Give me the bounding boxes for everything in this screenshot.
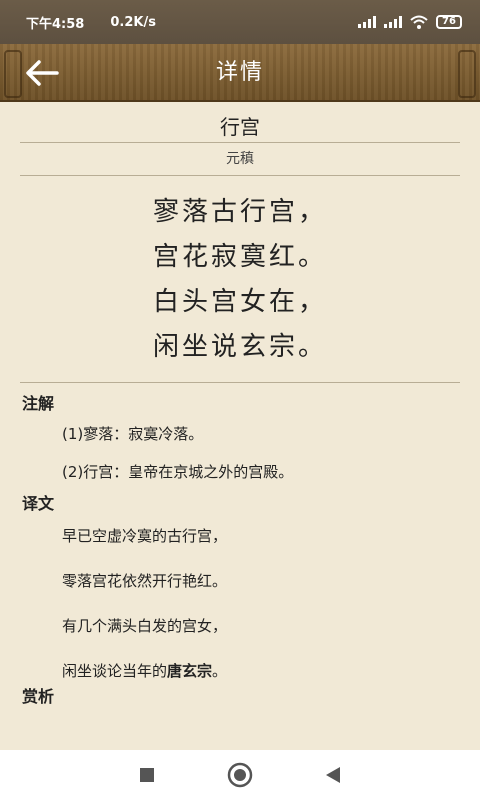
- translation-line: 有几个满头白发的宫女，: [62, 617, 228, 635]
- navigation-bar: [0, 750, 480, 800]
- square-icon: [139, 768, 154, 782]
- translation-section: 译文 早已空虚冷寞的古行宫， 零落宫花依然开行艳红。 有几个满头白发的宫女， 闲…: [0, 493, 480, 682]
- status-bar: 下午4:58 0.2K/s 76: [0, 0, 480, 44]
- back-nav-button[interactable]: [313, 755, 353, 795]
- poem-lines: 寥落古行宫， 宫花寂寞红。 白头宫女在， 闲坐说玄宗。: [0, 190, 480, 370]
- note-item: (1)寥落：寂寞冷落。: [62, 425, 204, 443]
- translation-heading: 译文: [22, 494, 55, 513]
- signal-icon-2: [384, 16, 402, 28]
- notes-heading: 注解: [22, 394, 55, 413]
- poem-author: 元稹: [226, 151, 254, 167]
- divider: [20, 382, 460, 383]
- poem-line: 宫花寂寞红。: [152, 242, 327, 272]
- divider: [20, 175, 460, 176]
- status-time: 下午4:58: [26, 16, 85, 32]
- poem-title: 行宫: [220, 115, 260, 139]
- note-item: (2)行宫：皇帝在京城之外的宫殿。: [62, 463, 294, 481]
- network-speed: 0.2K/s: [110, 14, 156, 30]
- app-header: 详情: [0, 44, 480, 102]
- battery-icon: 76: [436, 15, 462, 29]
- poem-line: 闲坐说玄宗。: [152, 332, 327, 362]
- translation-line: 闲坐谈论当年的唐玄宗。: [62, 660, 480, 682]
- poem-line: 寥落古行宫，: [152, 197, 327, 227]
- notes-section: 注解 (1)寥落：寂寞冷落。 (2)行宫：皇帝在京城之外的宫殿。: [0, 393, 480, 483]
- translation-line: 早已空虚冷寞的古行宫，: [62, 527, 228, 545]
- translation-line: 零落宫花依然开行艳红。: [62, 572, 228, 590]
- home-button[interactable]: [220, 755, 260, 795]
- triangle-back-icon: [326, 767, 341, 783]
- signal-icon: [358, 16, 376, 28]
- translation-highlight: 唐玄宗: [167, 662, 213, 680]
- appreciation-heading: 赏析: [22, 687, 55, 706]
- wifi-icon: [410, 15, 428, 29]
- translation-text: 。: [212, 662, 228, 680]
- page-title: 详情: [215, 60, 264, 85]
- circle-icon: [227, 762, 253, 788]
- poem-detail[interactable]: 行宫 元稹 寥落古行宫， 宫花寂寞红。 白头宫女在， 闲坐说玄宗。 注解 (1)…: [0, 102, 480, 750]
- translation-text: 闲坐谈论当年的: [62, 662, 168, 680]
- recent-apps-button[interactable]: [127, 755, 167, 795]
- poem-line: 白头宫女在，: [152, 287, 327, 317]
- status-indicators: 76: [358, 15, 462, 29]
- screen: 下午4:58 0.2K/s 76 详情 行宫 元稹 寥落古行宫， 宫花寂寞红。 …: [0, 0, 480, 800]
